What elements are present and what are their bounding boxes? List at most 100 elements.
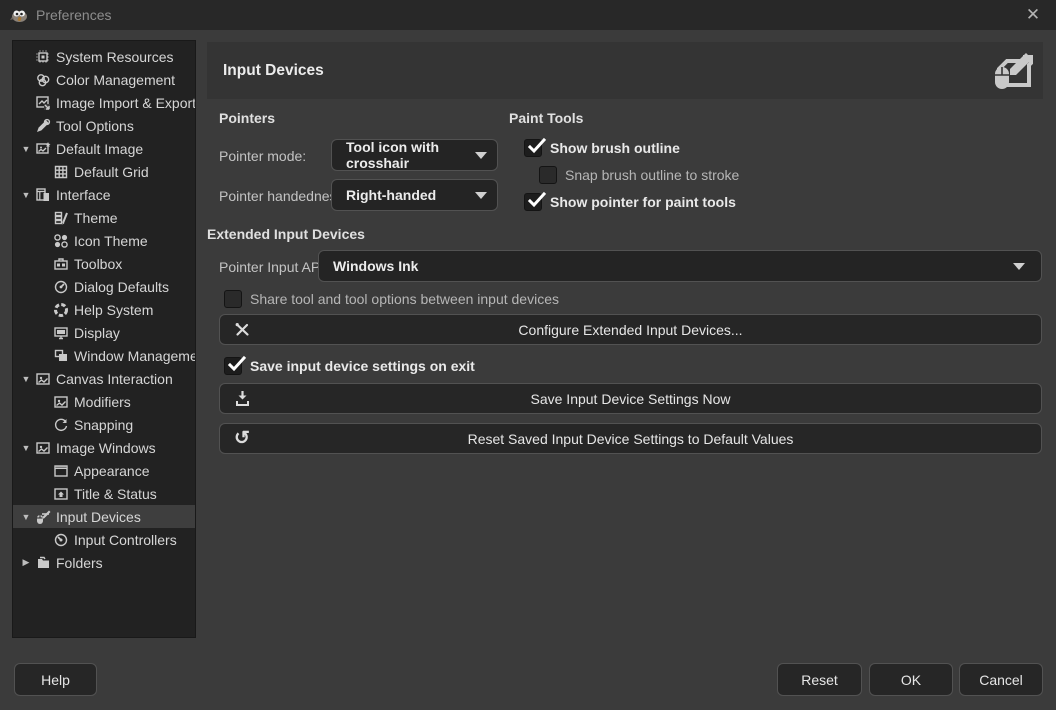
folders-icon <box>34 554 51 571</box>
checkbox-label: Save input device settings on exit <box>250 358 475 374</box>
sidebar-item-label: Title & Status <box>74 486 157 502</box>
expander-down-icon[interactable]: ▼ <box>18 443 34 453</box>
reset-saved-settings-button[interactable]: ↺ Reset Saved Input Device Settings to D… <box>219 423 1042 454</box>
checkbox-label: Snap brush outline to stroke <box>565 167 739 183</box>
sidebar-item-appearance[interactable]: Appearance <box>13 459 195 482</box>
interface-icon <box>34 186 51 203</box>
dialog-defaults-icon <box>52 278 69 295</box>
sidebar-item-label: Icon Theme <box>74 233 148 249</box>
sidebar-item-label: Image Import & Export <box>56 95 196 111</box>
reset-button[interactable]: Reset <box>777 663 862 696</box>
sidebar-item-label: Canvas Interaction <box>56 371 173 387</box>
sidebar-item-system-resources[interactable]: System Resources <box>13 45 195 68</box>
pointer-input-api-select[interactable]: Windows Ink <box>318 250 1042 282</box>
checkbox[interactable] <box>224 290 242 308</box>
sidebar-item-interface[interactable]: ▼ Interface <box>13 183 195 206</box>
modifiers-icon <box>52 393 69 410</box>
snap-brush-outline-checkbox[interactable]: Snap brush outline to stroke <box>539 166 739 184</box>
save-settings-on-exit-checkbox[interactable]: Save input device settings on exit <box>224 357 475 375</box>
cancel-button[interactable]: Cancel <box>959 663 1043 696</box>
canvas-interaction-icon <box>34 370 51 387</box>
sidebar-item-label: Default Image <box>56 141 143 157</box>
color-management-icon <box>34 71 51 88</box>
preferences-category-tree: System Resources Color Management Image Im… <box>12 40 196 638</box>
preferences-dialog: Preferences ✕ System Resources Color Mana… <box>0 0 1056 710</box>
icon-theme-icon <box>52 232 69 249</box>
show-brush-outline-checkbox[interactable]: Show brush outline <box>524 139 680 157</box>
sidebar-item-label: Interface <box>56 187 110 203</box>
help-button[interactable]: Help <box>14 663 97 696</box>
pointer-mode-select[interactable]: Tool icon with crosshair <box>331 139 498 171</box>
pointers-heading: Pointers <box>219 110 275 126</box>
input-devices-icon <box>34 508 51 525</box>
sidebar-item-label: Display <box>74 325 120 341</box>
sidebar-item-theme[interactable]: Theme <box>13 206 195 229</box>
reset-icon: ↺ <box>233 430 251 448</box>
configure-extended-devices-button[interactable]: Configure Extended Input Devices... <box>219 314 1042 345</box>
checkbox[interactable] <box>524 193 542 211</box>
tools-icon <box>233 321 251 339</box>
sidebar-item-image-windows[interactable]: ▼Image Windows <box>13 436 195 459</box>
chevron-down-icon <box>475 192 487 199</box>
sidebar-item-label: Default Grid <box>74 164 149 180</box>
sidebar-item-canvas-interaction[interactable]: ▼ Canvas Interaction <box>13 367 195 390</box>
show-pointer-paint-tools-checkbox[interactable]: Show pointer for paint tools <box>524 193 736 211</box>
sidebar-item-folders[interactable]: ▶Folders <box>13 551 195 574</box>
sidebar-item-label: Appearance <box>74 463 150 479</box>
pointer-handedness-label: Pointer handedness: <box>219 188 347 204</box>
image-windows-icon <box>34 439 51 456</box>
sidebar-item-icon-theme[interactable]: Icon Theme <box>13 229 195 252</box>
sidebar-item-display[interactable]: Display <box>13 321 195 344</box>
paint-tools-heading: Paint Tools <box>509 110 583 126</box>
sidebar-item-help-system[interactable]: Help System <box>13 298 195 321</box>
checkbox-label: Share tool and tool options between inpu… <box>250 291 559 307</box>
save-icon <box>233 390 251 408</box>
sidebar-item-input-devices[interactable]: ▼ Input Devices <box>13 505 195 528</box>
save-input-settings-button[interactable]: Save Input Device Settings Now <box>219 383 1042 414</box>
sidebar-item-label: System Resources <box>56 49 173 65</box>
sidebar-item-window-management[interactable]: Window Management <box>13 344 195 367</box>
sidebar-item-title-status[interactable]: Title & Status <box>13 482 195 505</box>
close-icon[interactable]: ✕ <box>1018 0 1048 30</box>
expander-right-icon[interactable]: ▶ <box>18 557 34 568</box>
checkbox-label: Show pointer for paint tools <box>550 194 736 210</box>
sidebar-item-image-import-export[interactable]: Image Import & Export <box>13 91 195 114</box>
sidebar-item-default-grid[interactable]: Default Grid <box>13 160 195 183</box>
display-icon <box>52 324 69 341</box>
share-tool-options-checkbox[interactable]: Share tool and tool options between inpu… <box>224 290 559 308</box>
sidebar-item-label: Theme <box>74 210 118 226</box>
sidebar-item-modifiers[interactable]: Modifiers <box>13 390 195 413</box>
sidebar-item-label: Input Devices <box>56 509 141 525</box>
checkbox[interactable] <box>539 166 557 184</box>
pointer-input-api-label: Pointer Input API: <box>219 259 328 275</box>
sidebar-item-input-controllers[interactable]: Input Controllers <box>13 528 195 551</box>
sidebar-item-snapping[interactable]: Snapping <box>13 413 195 436</box>
tool-options-icon <box>34 117 51 134</box>
ok-button[interactable]: OK <box>869 663 953 696</box>
checkbox[interactable] <box>224 357 242 375</box>
pointer-mode-label: Pointer mode: <box>219 148 306 164</box>
page-header: Input Devices <box>207 42 1043 99</box>
expander-down-icon[interactable]: ▼ <box>18 374 34 384</box>
window-management-icon <box>52 347 69 364</box>
sidebar-item-label: Input Controllers <box>74 532 177 548</box>
expander-down-icon[interactable]: ▼ <box>18 144 34 154</box>
checkbox-label: Show brush outline <box>550 140 680 156</box>
sidebar-item-dialog-defaults[interactable]: Dialog Defaults <box>13 275 195 298</box>
sidebar-item-label: Help System <box>74 302 153 318</box>
image-import-export-icon <box>34 94 51 111</box>
sidebar-item-default-image[interactable]: ▼ Default Image <box>13 137 195 160</box>
expander-down-icon[interactable]: ▼ <box>18 190 34 200</box>
system-resources-icon <box>34 48 51 65</box>
sidebar-item-label: Color Management <box>56 72 175 88</box>
theme-icon <box>52 209 69 226</box>
sidebar-item-toolbox[interactable]: Toolbox <box>13 252 195 275</box>
sidebar-item-color-management[interactable]: Color Management <box>13 68 195 91</box>
checkbox[interactable] <box>524 139 542 157</box>
titlebar: Preferences ✕ <box>0 0 1056 30</box>
expander-down-icon[interactable]: ▼ <box>18 512 34 522</box>
extended-input-heading: Extended Input Devices <box>207 226 365 242</box>
gimp-wilber-icon <box>10 7 28 23</box>
pointer-handedness-select[interactable]: Right-handed <box>331 179 498 211</box>
sidebar-item-tool-options[interactable]: Tool Options <box>13 114 195 137</box>
